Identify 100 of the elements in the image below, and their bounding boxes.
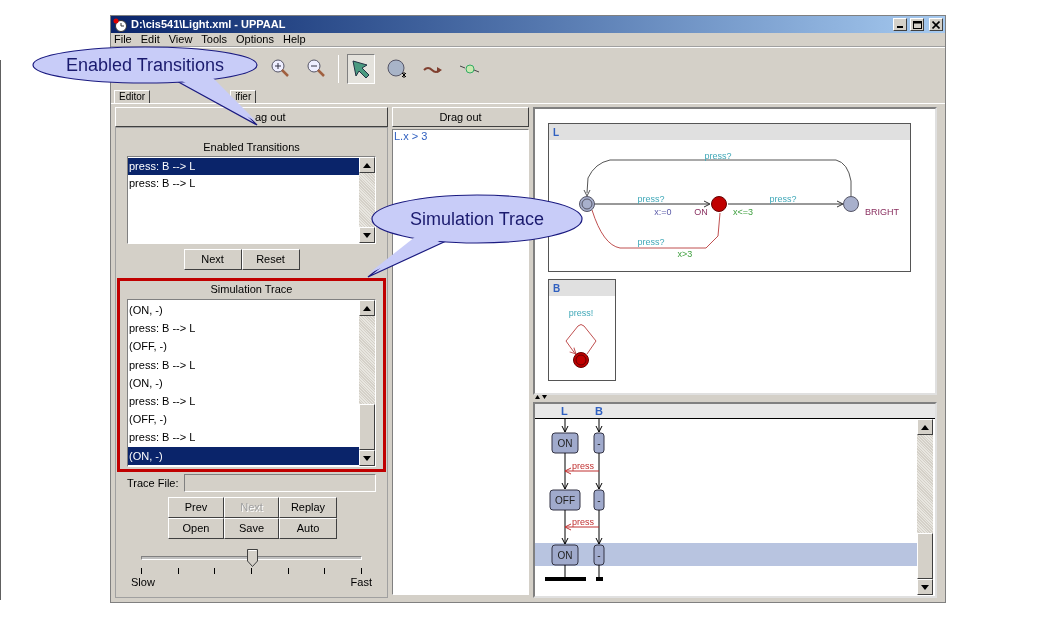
trace-file-field[interactable]	[183, 474, 376, 492]
tick-mark	[360, 568, 362, 574]
nail-node-icon	[458, 63, 480, 74]
minimize-button[interactable]	[893, 18, 907, 31]
edge-label: x:=0	[654, 207, 672, 217]
list-item[interactable]: press: B --> L	[128, 158, 359, 175]
section-title: Simulation Trace	[209, 282, 294, 296]
list-item[interactable]: press: B --> L	[128, 355, 359, 374]
slider-track[interactable]	[141, 556, 362, 560]
scroll-up-button[interactable]	[359, 300, 375, 316]
list-item[interactable]: press: B --> L	[128, 391, 359, 411]
tick-mark	[177, 568, 179, 574]
tick-mark	[141, 568, 142, 574]
action-button[interactable]: Save	[224, 518, 279, 539]
action-button[interactable]: Reset	[241, 249, 300, 270]
menu-item[interactable]: Options	[236, 33, 274, 46]
lifeline-arrow	[561, 509, 569, 545]
lifeline-arrow	[561, 452, 569, 490]
list-item[interactable]: (ON, -)	[128, 301, 359, 320]
drag-out-button[interactable]: Drag out	[392, 107, 529, 127]
section-title: Enabled Transitions	[202, 140, 301, 153]
close-icon	[932, 20, 940, 29]
action-button[interactable]: Open	[168, 518, 224, 539]
action-button[interactable]: Prev	[168, 497, 224, 518]
down-arrow-icon	[363, 455, 371, 461]
clock-icon	[113, 17, 128, 32]
close-button[interactable]	[929, 18, 943, 31]
message-label: press	[572, 517, 594, 527]
edge-label: press!	[568, 308, 594, 318]
menu-item[interactable]: Edit	[140, 33, 160, 46]
message-label: press	[572, 461, 594, 471]
tick-mark	[214, 568, 216, 574]
state-box: -	[593, 544, 605, 566]
scrollbar-thumb[interactable]	[359, 404, 375, 450]
slider-label: Fast	[350, 575, 372, 590]
maximize-icon	[912, 20, 922, 29]
down-arrow-icon	[363, 232, 371, 238]
toolbar-button[interactable]	[347, 53, 375, 84]
slider-label: Slow	[131, 575, 155, 590]
scrollbar-thumb[interactable]	[917, 533, 933, 579]
edge-label: press?	[637, 237, 665, 247]
up-arrow-icon	[921, 424, 929, 430]
process-name: B	[553, 283, 561, 294]
maximize-button[interactable]	[910, 18, 924, 31]
action-button[interactable]: Auto	[279, 518, 337, 539]
lifeline-arrow	[595, 452, 603, 490]
tick-mark	[324, 568, 326, 574]
scroll-down-button[interactable]	[359, 227, 375, 243]
list-item[interactable]: (OFF, -)	[128, 337, 359, 356]
state-box: OFF	[549, 489, 581, 511]
menu-item[interactable]: Tools	[201, 33, 228, 46]
list-item[interactable]: (OFF, -)	[128, 410, 359, 429]
scrollbar[interactable]	[917, 419, 933, 595]
list-item[interactable]: press: B --> L	[128, 428, 359, 447]
state-box: -	[593, 489, 605, 511]
scroll-down-button[interactable]	[359, 450, 375, 466]
menu-item[interactable]: Help	[282, 33, 306, 46]
column-header: B	[595, 405, 603, 417]
edge-label: x>3	[677, 249, 693, 259]
tick-mark	[250, 568, 252, 574]
scroll-up-button[interactable]	[917, 419, 933, 435]
variable-value: L.x > 3	[394, 130, 429, 143]
list-item[interactable]: press: B --> L	[128, 175, 359, 192]
minimize-icon	[897, 26, 903, 28]
list-item[interactable]: (ON, -)	[128, 446, 359, 465]
list-item[interactable]: press: B --> L	[128, 319, 359, 338]
arrow-pointer-icon	[350, 57, 372, 80]
column-header: L	[561, 405, 568, 417]
slider-thumb[interactable]	[246, 549, 258, 567]
down-arrow-icon	[921, 584, 929, 590]
window-title: D:\cis541\Light.xml - UPPAAL	[131, 17, 286, 33]
field-label: Trace File:	[127, 475, 179, 491]
lifeline-arrow	[595, 509, 603, 545]
scrollbar[interactable]	[359, 157, 375, 243]
scroll-down-button[interactable]	[917, 579, 933, 595]
action-button[interactable]: Next	[183, 249, 242, 270]
state-box: ON	[551, 544, 579, 566]
process-header	[549, 280, 615, 296]
location-name: ON	[694, 207, 708, 217]
edge-label: x<=3	[733, 207, 753, 217]
process-name: L	[553, 127, 560, 138]
state-box: -	[593, 432, 605, 454]
scrollbar[interactable]	[359, 300, 375, 466]
split-arrows-icon	[535, 395, 547, 400]
location-name: BRIGHT	[865, 207, 899, 217]
tab[interactable]: Editor	[114, 90, 151, 103]
menu-item[interactable]: File	[114, 33, 132, 46]
edge-label: press?	[704, 151, 732, 161]
drag-out-button[interactable]: ag out	[115, 107, 388, 127]
up-arrow-icon	[363, 162, 371, 168]
edge-label: press?	[769, 194, 797, 204]
action-button[interactable]: Replay	[279, 497, 337, 518]
menu-item[interactable]: View	[168, 33, 193, 46]
circle-node-icon	[386, 57, 408, 80]
list-item[interactable]: (ON, -)	[128, 373, 359, 392]
callout-label: Enabled Transitions	[65, 55, 225, 75]
scroll-up-button[interactable]	[359, 157, 375, 173]
callout-label: Simulation Trace	[409, 209, 545, 229]
state-box: ON	[551, 432, 579, 454]
transition-arrow	[565, 324, 597, 356]
